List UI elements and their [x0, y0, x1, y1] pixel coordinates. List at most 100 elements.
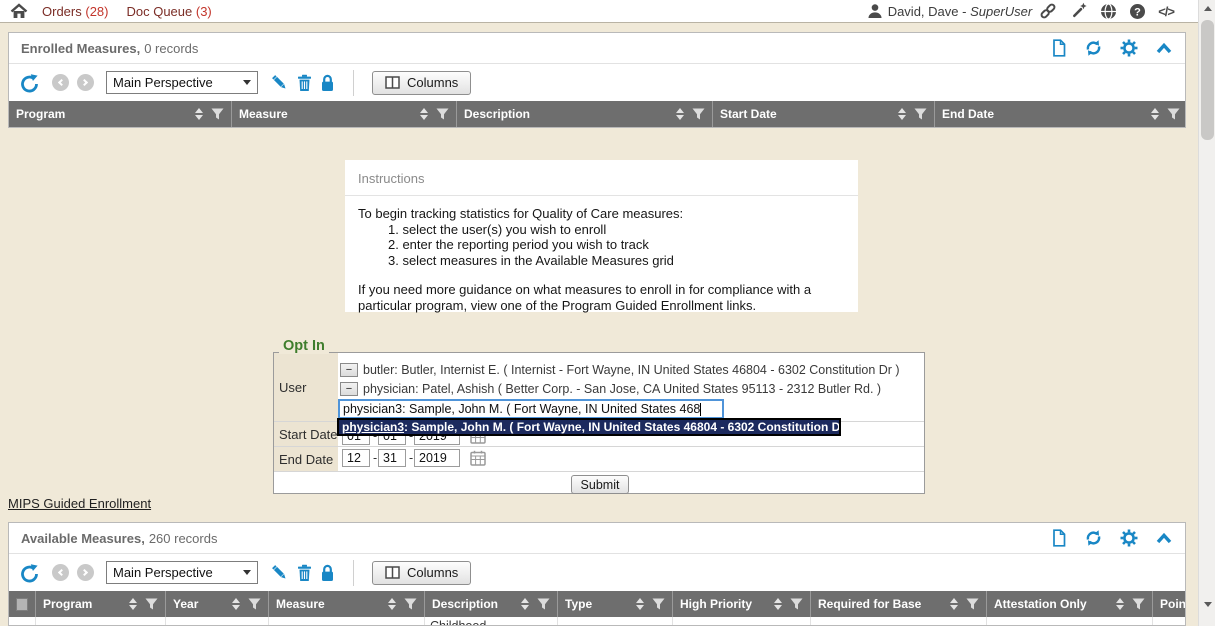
sort-icon[interactable]: [898, 108, 906, 120]
column-header-poin[interactable]: Poin: [1153, 591, 1185, 617]
column-header-measure[interactable]: Measure: [269, 591, 425, 617]
available-panel-records: 260 records: [149, 531, 218, 546]
edit-icon[interactable]: [270, 563, 289, 582]
end-year-input[interactable]: 2019: [414, 449, 460, 467]
filter-icon[interactable]: [652, 598, 665, 610]
scroll-down-icon[interactable]: [1199, 596, 1215, 613]
column-header-measure[interactable]: Measure: [232, 101, 457, 127]
columns-button-label: Columns: [407, 75, 458, 90]
columns-button[interactable]: Columns: [372, 561, 471, 585]
scrollbar-thumb[interactable]: [1201, 20, 1214, 140]
forward-icon[interactable]: [77, 74, 94, 91]
sort-icon[interactable]: [950, 598, 958, 610]
undo-icon[interactable]: [19, 563, 40, 583]
filter-icon[interactable]: [1167, 108, 1180, 120]
filter-icon[interactable]: [692, 108, 705, 120]
end-day-input[interactable]: 31: [378, 449, 406, 467]
settings-icon[interactable]: [1120, 39, 1138, 57]
perspective-select[interactable]: Main Perspective: [106, 561, 258, 584]
sort-icon[interactable]: [232, 598, 240, 610]
sort-icon[interactable]: [388, 598, 396, 610]
filter-icon[interactable]: [914, 108, 927, 120]
instructions-box: Instructions To begin tracking statistic…: [345, 160, 858, 312]
instructions-title: Instructions: [358, 171, 845, 186]
table-row[interactable]: Childhood Immunization Status: [9, 617, 1185, 626]
vertical-scrollbar[interactable]: [1198, 0, 1215, 626]
help-icon[interactable]: ?: [1129, 3, 1146, 20]
filter-icon[interactable]: [145, 598, 158, 610]
column-header-required-for-base[interactable]: Required for Base: [811, 591, 987, 617]
remove-user-button[interactable]: −: [340, 382, 358, 396]
sort-icon[interactable]: [636, 598, 644, 610]
lock-icon[interactable]: [320, 74, 335, 92]
columns-button[interactable]: Columns: [372, 71, 471, 95]
submit-button[interactable]: Submit: [571, 475, 629, 494]
select-all-checkbox[interactable]: [16, 598, 28, 611]
enrolled-panel-actions: [1051, 39, 1173, 57]
sort-icon[interactable]: [195, 108, 203, 120]
column-header-description[interactable]: Description: [425, 591, 558, 617]
nav-item-orders[interactable]: Orders (28): [42, 4, 108, 19]
new-document-icon[interactable]: [1051, 529, 1067, 547]
instruction-step: 3. select measures in the Available Meas…: [358, 253, 845, 269]
remove-user-button[interactable]: −: [340, 363, 358, 377]
sort-icon[interactable]: [676, 108, 684, 120]
end-calendar-icon[interactable]: [470, 450, 486, 466]
user-search-input[interactable]: physician3: Sample, John M. ( Fort Wayne…: [338, 399, 724, 419]
delete-icon[interactable]: [297, 74, 312, 92]
refresh-icon[interactable]: [1084, 529, 1103, 547]
forward-icon[interactable]: [77, 564, 94, 581]
enrolled-toolbar: Main Perspective Columns: [9, 64, 1185, 101]
enrolled-panel-title: Enrolled Measures,: [21, 41, 140, 56]
settings-icon[interactable]: [1120, 529, 1138, 547]
end-month-input[interactable]: 12: [342, 449, 370, 467]
available-table-header: ProgramYearMeasureDescriptionTypeHigh Pr…: [9, 591, 1185, 617]
globe-icon[interactable]: [1100, 3, 1117, 20]
scroll-up-icon[interactable]: [1199, 0, 1215, 17]
filter-icon[interactable]: [966, 598, 979, 610]
column-header-end-date[interactable]: End Date: [935, 101, 1185, 127]
date-dash: -: [409, 451, 413, 465]
sort-icon[interactable]: [774, 598, 782, 610]
undo-icon[interactable]: [19, 73, 40, 93]
filter-icon[interactable]: [1132, 598, 1145, 610]
column-header-high-priority[interactable]: High Priority: [673, 591, 811, 617]
code-icon[interactable]: </>: [1158, 4, 1174, 19]
collapse-icon[interactable]: [1155, 531, 1173, 545]
column-header-attestation-only[interactable]: Attestation Only: [987, 591, 1153, 617]
filter-icon[interactable]: [537, 598, 550, 610]
home-icon[interactable]: [10, 3, 28, 19]
sort-icon[interactable]: [1116, 598, 1124, 610]
mips-guided-enrollment-link[interactable]: MIPS Guided Enrollment: [8, 496, 151, 511]
nav-item-doc-queue[interactable]: Doc Queue (3): [126, 4, 211, 19]
new-document-icon[interactable]: [1051, 39, 1067, 57]
edit-icon[interactable]: [270, 73, 289, 92]
filter-icon[interactable]: [211, 108, 224, 120]
sort-icon[interactable]: [521, 598, 529, 610]
refresh-icon[interactable]: [1084, 39, 1103, 57]
back-icon[interactable]: [52, 74, 69, 91]
opt-in-legend: Opt In: [279, 338, 329, 354]
autocomplete-option[interactable]: physician3: Sample, John M. ( Fort Wayne…: [337, 418, 841, 436]
filter-icon[interactable]: [248, 598, 261, 610]
wand-icon[interactable]: [1070, 2, 1088, 20]
column-header-type[interactable]: Type: [558, 591, 673, 617]
collapse-icon[interactable]: [1155, 41, 1173, 55]
filter-icon[interactable]: [790, 598, 803, 610]
sort-icon[interactable]: [420, 108, 428, 120]
column-header-description[interactable]: Description: [457, 101, 713, 127]
column-header-year[interactable]: Year: [166, 591, 269, 617]
column-header-program[interactable]: Program: [36, 591, 166, 617]
sort-icon[interactable]: [129, 598, 137, 610]
enrolled-measures-panel: Enrolled Measures, 0 records Main Perspe…: [8, 32, 1186, 128]
filter-icon[interactable]: [436, 108, 449, 120]
column-header-start-date[interactable]: Start Date: [713, 101, 935, 127]
filter-icon[interactable]: [404, 598, 417, 610]
lock-icon[interactable]: [320, 564, 335, 582]
column-header-program[interactable]: Program: [9, 101, 232, 127]
delete-icon[interactable]: [297, 564, 312, 582]
back-icon[interactable]: [52, 564, 69, 581]
link-icon[interactable]: [1038, 2, 1058, 20]
perspective-select[interactable]: Main Perspective: [106, 71, 258, 94]
sort-icon[interactable]: [1151, 108, 1159, 120]
